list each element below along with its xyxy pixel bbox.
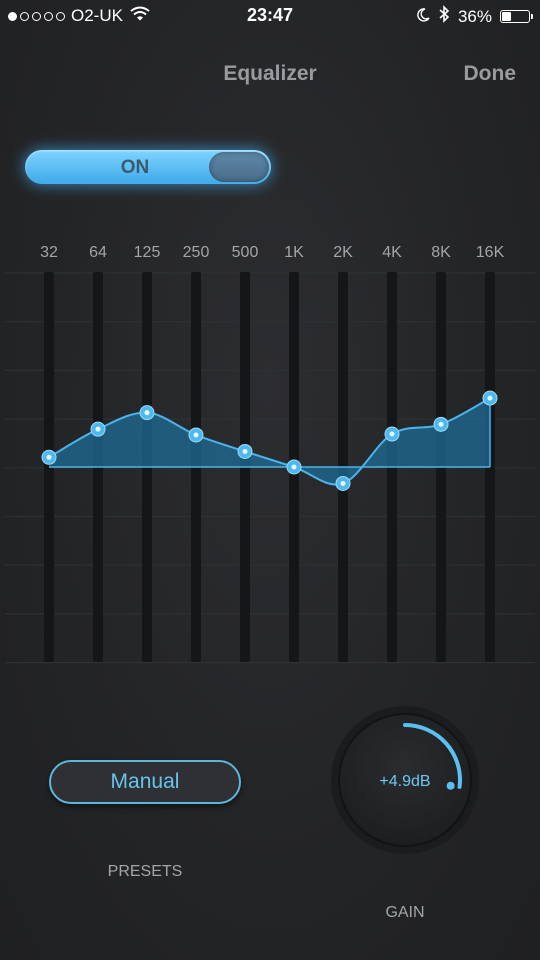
frequency-label: 125 <box>134 244 161 261</box>
frequency-label: 500 <box>232 244 259 261</box>
gain-label: GAIN <box>385 904 425 921</box>
toggle-knob[interactable] <box>209 152 269 182</box>
band-handle-center <box>95 426 101 432</box>
band-handle-center <box>389 431 395 437</box>
battery-percent: 36% <box>457 6 492 26</box>
signal-strength-icon <box>8 11 65 21</box>
band-handle-center <box>46 454 52 460</box>
page-title: Equalizer <box>223 62 317 85</box>
battery-level <box>502 12 511 21</box>
band-handle-center <box>193 432 199 438</box>
band-handle-center <box>144 410 150 416</box>
signal-dot <box>56 11 65 21</box>
band-handle-center <box>438 421 444 427</box>
signal-dot <box>32 11 41 21</box>
frequency-label: 64 <box>89 244 107 261</box>
battery-icon <box>500 10 533 23</box>
frequency-label: 8K <box>431 244 451 261</box>
wifi-icon <box>130 6 150 26</box>
equalizer-screen: O2-UK 23:47 36% Equalizer Done ON 32 64 … <box>0 0 540 960</box>
carrier-name: O2-UK <box>71 6 123 25</box>
band-handle-center <box>487 395 493 401</box>
signal-dot <box>44 11 53 21</box>
presets-button[interactable]: Manual <box>49 760 241 804</box>
frequency-label: 16K <box>476 244 505 261</box>
frequency-label: 32 <box>40 244 58 261</box>
status-bar: O2-UK 23:47 36% <box>0 0 540 32</box>
band-handle-center <box>291 464 297 470</box>
band-handle-center <box>242 448 248 454</box>
band-handle-center <box>340 480 346 486</box>
frequency-label: 1K <box>284 244 304 261</box>
moon-icon <box>416 7 430 27</box>
gain-knob-face <box>338 713 472 847</box>
gain-indicator-dot <box>446 781 455 790</box>
equalizer-power-toggle[interactable]: ON <box>25 150 271 184</box>
frequency-label: 4K <box>382 244 402 261</box>
bluetooth-icon <box>438 5 450 28</box>
status-left: O2-UK <box>8 6 150 26</box>
status-right: 36% <box>416 5 533 28</box>
frequency-label: 250 <box>183 244 210 261</box>
presets-label: PRESETS <box>107 863 183 880</box>
done-button[interactable]: Done <box>464 62 517 86</box>
equalizer-graph: 32 64 125 250 500 1K 2K 4K 8K 16K <box>5 244 535 664</box>
gain-knob[interactable] <box>325 700 485 860</box>
signal-dot <box>20 11 29 21</box>
signal-dot <box>8 11 17 21</box>
frequency-label: 2K <box>333 244 353 261</box>
eq-curve-fill <box>49 398 490 485</box>
